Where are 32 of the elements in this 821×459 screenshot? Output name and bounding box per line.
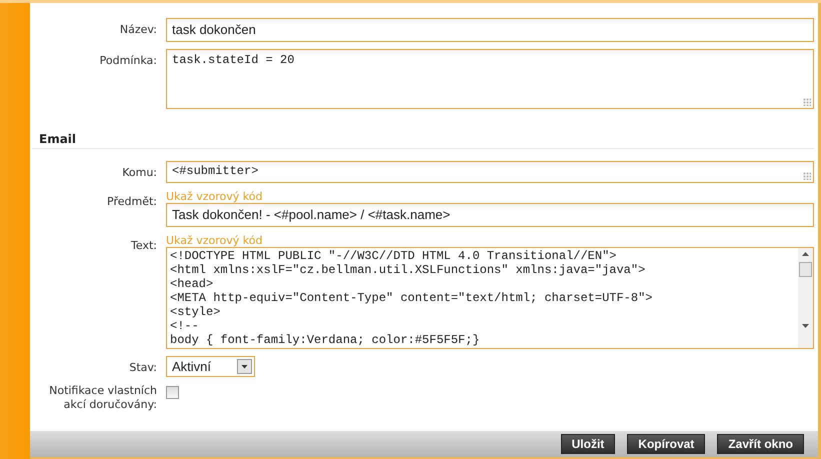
checkbox[interactable]	[166, 386, 179, 399]
text-field[interactable]: Task dokončen! - <#pool.name> / <#task.name>	[166, 203, 814, 227]
text-area[interactable]: task.stateId = 20	[166, 49, 814, 109]
code-line: <!DOCTYPE HTML PUBLIC "-//W3C//DTD HTML 4.0 Transitional//EN">	[170, 249, 618, 263]
code-line: <html xmlns:xslF="cz.bellman.util.XSLFunctions" xmlns:java="java">	[170, 263, 646, 277]
text-area[interactable]: <#submitter>	[166, 161, 814, 183]
text-field[interactable]: task dokončen	[166, 18, 814, 42]
field-label: Text:	[130, 238, 158, 254]
resize-grip-icon[interactable]	[803, 98, 811, 106]
code-line: body { font-family:Verdana; color:#5F5F5F;}	[170, 333, 481, 347]
status-select[interactable]: Aktivní	[166, 356, 255, 377]
code-line: <META http-equiv="Content-Type" content="text/html; charset=UTF-8">	[170, 291, 654, 305]
scroll-up-icon[interactable]	[802, 252, 809, 256]
scroll-thumb[interactable]	[799, 262, 812, 277]
code-text-area[interactable]	[166, 247, 814, 349]
code-line: <style>	[170, 305, 222, 319]
scrollbar[interactable]	[798, 248, 813, 348]
action-button[interactable]: Zavřít okno	[717, 434, 804, 454]
field-label: Stav:	[128, 360, 158, 376]
section-heading: Email	[32, 116, 814, 149]
field-label: Notifikace vlastních akcí doručovány:	[48, 384, 158, 412]
code-line: <head>	[170, 277, 214, 291]
field-label: Předmět:	[106, 194, 158, 210]
dropdown-icon[interactable]	[237, 359, 252, 374]
action-button[interactable]: Kopírovat	[627, 434, 706, 454]
action-button[interactable]: Uložit	[560, 434, 616, 454]
resize-grip-icon[interactable]	[803, 172, 811, 180]
code-line: <!--	[170, 319, 200, 333]
field-label: Komu:	[121, 165, 158, 181]
field-label: Název:	[118, 22, 158, 38]
scroll-down-icon[interactable]	[802, 324, 809, 328]
field-label: Podmínka:	[98, 53, 158, 69]
